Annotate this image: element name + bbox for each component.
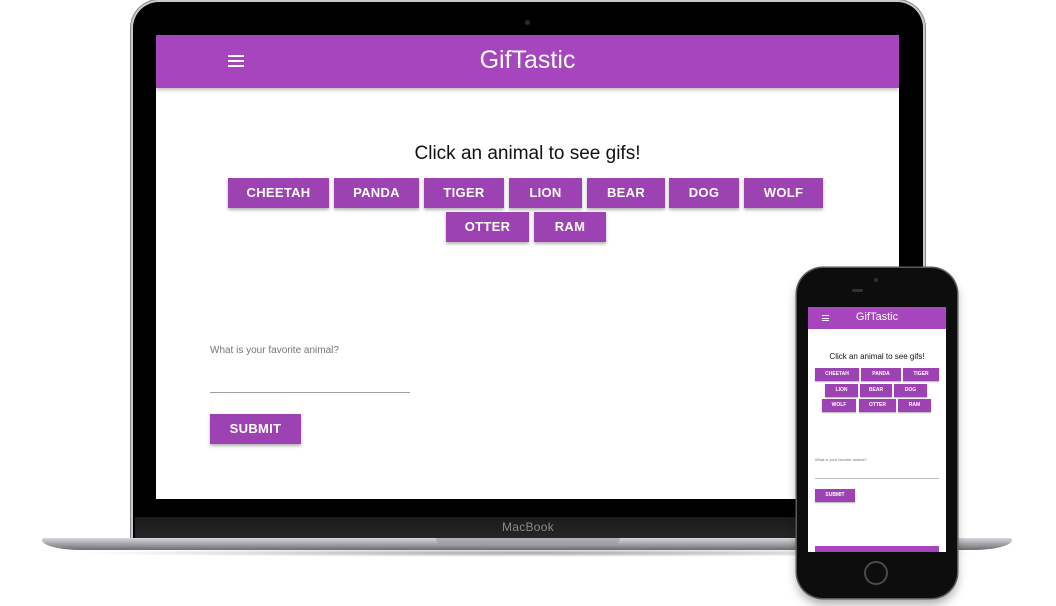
animal-button-ram[interactable]: RAM xyxy=(534,212,606,242)
mobile-animal-button-cheetah[interactable]: CHEETAH xyxy=(815,368,859,381)
animal-button-tiger[interactable]: TIGER xyxy=(424,178,504,208)
mobile-app-bar: GifTastic xyxy=(808,307,946,329)
mobile-animal-button-lion[interactable]: LION xyxy=(825,384,858,397)
animal-button-bear[interactable]: BEAR xyxy=(587,178,665,208)
phone-camera xyxy=(874,278,878,282)
desktop-screen: GifTastic Click an animal to see gifs! C… xyxy=(156,35,899,499)
mobile-footer-bar xyxy=(815,546,939,552)
app-title: GifTastic xyxy=(479,46,576,74)
favorite-animal-input[interactable] xyxy=(210,392,410,393)
animal-button-dog[interactable]: DOG xyxy=(669,178,739,208)
mobile-animal-button-dog[interactable]: DOG xyxy=(894,384,927,397)
animal-button-lion[interactable]: LION xyxy=(509,178,582,208)
phone-speaker xyxy=(852,289,863,292)
mobile-animal-button-otter[interactable]: OTTER xyxy=(859,399,896,412)
page-prompt: Click an animal to see gifs! xyxy=(414,143,641,164)
mobile-submit-button[interactable]: SUBMIT xyxy=(815,489,855,502)
laptop-camera xyxy=(525,20,530,25)
laptop-notch xyxy=(436,538,620,544)
mobile-favorite-animal-input[interactable] xyxy=(815,478,939,479)
mobile-page-prompt: Click an animal to see gifs! xyxy=(829,352,925,361)
app-bar: GifTastic xyxy=(156,35,899,88)
mobile-animal-button-tiger[interactable]: TIGER xyxy=(903,368,939,381)
animal-button-otter[interactable]: OTTER xyxy=(446,212,529,242)
mobile-animal-button-bear[interactable]: BEAR xyxy=(860,384,892,397)
mobile-favorite-animal-label: What is your favorite animal? xyxy=(815,457,867,462)
animal-button-cheetah[interactable]: CHEETAH xyxy=(228,178,329,208)
submit-button[interactable]: SUBMIT xyxy=(210,414,301,444)
mobile-animal-button-panda[interactable]: PANDA xyxy=(861,368,901,381)
animal-button-wolf[interactable]: WOLF xyxy=(744,178,823,208)
mobile-screen: GifTastic Click an animal to see gifs! C… xyxy=(808,307,946,552)
mobile-animal-button-wolf[interactable]: WOLF xyxy=(822,399,856,412)
animal-button-panda[interactable]: PANDA xyxy=(334,178,419,208)
mobile-app-title: GifTastic xyxy=(855,311,899,323)
mobile-animal-button-ram[interactable]: RAM xyxy=(898,399,931,412)
home-button[interactable] xyxy=(864,561,888,585)
favorite-animal-label: What is your favorite animal? xyxy=(210,345,339,356)
